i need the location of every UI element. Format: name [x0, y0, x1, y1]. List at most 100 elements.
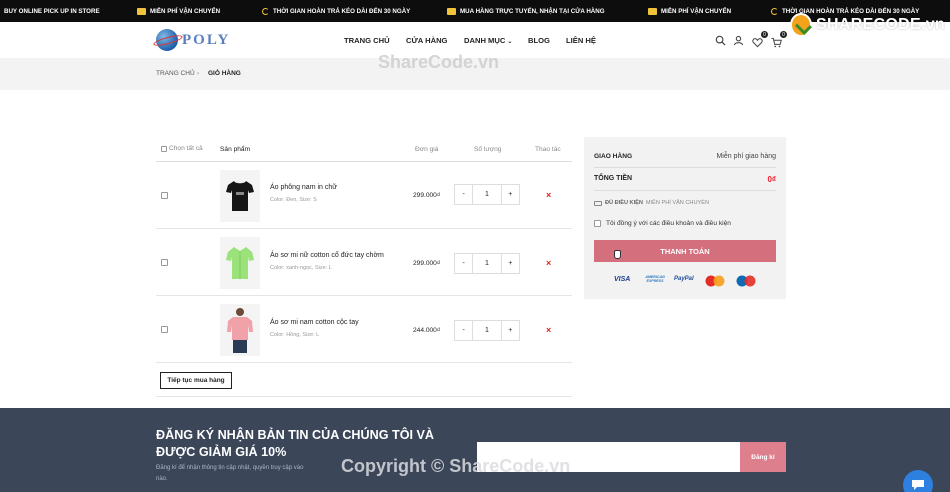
- qty-input[interactable]: 1: [472, 254, 502, 273]
- quantity-stepper: - 1 +: [454, 253, 520, 274]
- qty-increase-button[interactable]: +: [502, 254, 519, 273]
- newsletter-title: ĐĂNG KÝ NHẬN BẢN TIN CỦA CHÚNG TÔI VÀ: [156, 428, 434, 442]
- nav-categories[interactable]: DANH MỤC ⌄: [464, 36, 512, 45]
- product-thumbnail[interactable]: [220, 170, 260, 222]
- breadcrumb-separator: ›: [197, 70, 200, 77]
- cart-button[interactable]: 0: [771, 31, 787, 48]
- product-price: 299.000₫: [413, 192, 441, 199]
- cart-table-header: Chọn tất cả Sản phẩm Đơn giá Số lượng Th…: [156, 140, 572, 162]
- product-variant: Color: Hồng, Size: L: [270, 332, 320, 338]
- cart-row: Áo sơ mi nữ cotton cổ đức tay chờm Color…: [156, 229, 572, 296]
- continue-shopping-button[interactable]: Tiếp tục mua hàng: [160, 372, 232, 389]
- terms-label: Tôi đồng ý với các điều khoản và điều ki…: [606, 220, 731, 227]
- qty-increase-button[interactable]: +: [502, 321, 519, 340]
- announcement-item: BUY ONLINE PICK UP IN STORE: [4, 0, 100, 22]
- globe-icon: [156, 29, 178, 51]
- truck-icon: [594, 200, 602, 206]
- order-summary: GIAO HÀNG Miễn phí giao hàng TỔNG TIỀN 0…: [584, 137, 786, 299]
- announcement-text: THỜI GIAN HOÀN TRẢ KÉO DÀI ĐẾN 30 NGÀY: [273, 7, 411, 15]
- total-value: 0₫: [767, 175, 776, 184]
- mastercard-icon: [704, 275, 726, 287]
- wishlist-button[interactable]: 0: [752, 31, 768, 48]
- announcement-item: MIỄN PHÍ VẬN CHUYỂN: [137, 0, 220, 22]
- amex-icon: AMERICAN EXPRESS: [645, 275, 665, 283]
- qty-decrease-button[interactable]: -: [455, 254, 472, 273]
- heart-icon: [752, 38, 763, 48]
- announcement-text: MIỄN PHÍ VẬN CHUYỂN: [661, 7, 732, 15]
- newsletter-title-2: ĐƯỢC GIẢM GIÁ 10%: [156, 445, 287, 459]
- search-icon[interactable]: [715, 35, 726, 46]
- qty-decrease-button[interactable]: -: [455, 185, 472, 204]
- select-all-checkbox[interactable]: [161, 145, 167, 152]
- maestro-icon: [735, 275, 757, 287]
- announcement-text: BUY ONLINE PICK UP IN STORE: [4, 7, 100, 15]
- chevron-down-icon: ⌄: [507, 39, 513, 45]
- nav-shop[interactable]: CỬA HÀNG: [406, 36, 447, 45]
- payment-methods: VISA AMERICAN EXPRESS PayPal: [614, 275, 764, 288]
- return-icon: [771, 7, 778, 15]
- qty-increase-button[interactable]: +: [502, 185, 519, 204]
- product-name[interactable]: Áo sơ mi nam cotton cộc tay: [270, 319, 359, 326]
- terms-agreement[interactable]: Tôi đồng ý với các điều khoản và điều ki…: [594, 220, 731, 227]
- product-name[interactable]: Áo sơ mi nữ cotton cổ đức tay chờm: [270, 252, 384, 259]
- user-icon[interactable]: [733, 35, 744, 46]
- total-label: TỔNG TIỀN: [594, 175, 633, 182]
- site-logo[interactable]: POLY: [156, 28, 236, 52]
- announcement-item: MIỄN PHÍ VẬN CHUYỂN: [648, 0, 731, 22]
- sharecode-watermark-logo: SHARECODE.vn: [790, 10, 945, 40]
- tshirt-image: [226, 181, 254, 211]
- watermark-center: ShareCode.vn: [378, 52, 500, 72]
- product-thumbnail[interactable]: [220, 304, 260, 356]
- column-product: Sản phẩm: [220, 146, 251, 153]
- remove-item-button[interactable]: ×: [546, 190, 551, 200]
- wishlist-count-badge: 0: [761, 31, 768, 38]
- nav-home[interactable]: TRANG CHỦ: [344, 36, 390, 45]
- chat-button[interactable]: [903, 470, 933, 492]
- product-price: 299.000₫: [413, 260, 441, 267]
- column-actions: Thao tác: [535, 146, 561, 153]
- product-name[interactable]: Áo phông nam in chữ: [270, 184, 337, 191]
- truck-icon: [648, 7, 657, 15]
- newsletter-section: ĐĂNG KÝ NHẬN BẢN TIN CỦA CHÚNG TÔI VÀ ĐƯ…: [0, 408, 950, 492]
- nav-blog[interactable]: BLOG: [528, 36, 550, 45]
- qty-input[interactable]: 1: [472, 185, 502, 204]
- terms-checkbox[interactable]: [594, 220, 601, 227]
- newsletter-note-2: nào.: [156, 476, 168, 482]
- truck-icon: [137, 7, 146, 15]
- shipping-label: GIAO HÀNG: [594, 153, 633, 160]
- green-shirt-image: [226, 247, 254, 279]
- nav-contact[interactable]: LIÊN HỆ: [566, 36, 596, 45]
- divider: [594, 190, 776, 191]
- remove-item-button[interactable]: ×: [546, 325, 551, 335]
- cart-count-badge: 0: [780, 31, 787, 38]
- item-checkbox[interactable]: [161, 192, 168, 199]
- breadcrumb-current: GIỎ HÀNG: [208, 70, 241, 77]
- watermark-logo-text: SHARECODE.vn: [816, 16, 945, 33]
- select-all[interactable]: Chọn tất cả: [161, 145, 203, 152]
- item-checkbox[interactable]: [161, 326, 168, 333]
- newsletter-subscribe-button[interactable]: Đăng kí: [740, 442, 786, 472]
- cart-row: Áo sơ mi nam cotton cộc tay Color: Hồng,…: [156, 296, 572, 363]
- remove-item-button[interactable]: ×: [546, 258, 551, 268]
- product-variant: Color: xanh-ngọc, Size: L: [270, 265, 332, 271]
- announcement-text: MUA HÀNG TRỰC TUYẾN, NHẬN TẠI CỬA HÀNG: [460, 7, 605, 15]
- item-checkbox[interactable]: [161, 259, 168, 266]
- product-variant: Color: Đen, Size: S: [270, 197, 317, 203]
- product-thumbnail[interactable]: [220, 237, 260, 289]
- column-quantity: Số lượng: [474, 146, 502, 153]
- watermark-copyright: Copyright © ShareCode.vn: [341, 456, 571, 476]
- free-shipping-text: MIỄN PHÍ VẬN CHUYỂN: [645, 200, 710, 206]
- checkout-button[interactable]: THANH TOÁN: [594, 240, 776, 262]
- breadcrumb-home[interactable]: TRANG CHỦ: [156, 70, 195, 77]
- free-shipping-prefix: ĐỦ ĐIỀU KIỆN: [605, 200, 643, 206]
- free-shipping-note: ĐỦ ĐIỀU KIỆN MIỄN PHÍ VẬN CHUYỂN: [594, 200, 709, 206]
- nav-categories-label: DANH MỤC: [464, 36, 506, 45]
- column-unit-price: Đơn giá: [415, 146, 439, 153]
- paypal-icon: PayPal: [674, 276, 694, 282]
- newsletter-note: Đăng kí để nhận thông tin cập nhật, quyề…: [156, 465, 304, 471]
- logo-text: POLY: [182, 31, 231, 48]
- return-icon: [262, 7, 269, 15]
- qty-decrease-button[interactable]: -: [455, 321, 472, 340]
- qty-input[interactable]: 1: [472, 321, 502, 340]
- shield-icon: [790, 13, 813, 37]
